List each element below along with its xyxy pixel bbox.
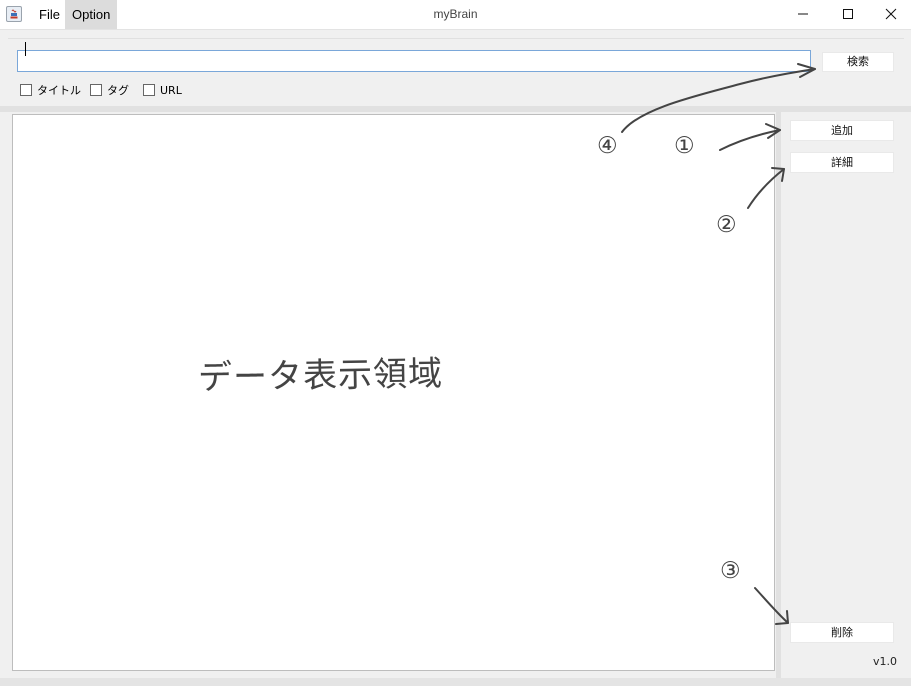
maximize-icon <box>843 9 853 19</box>
detail-button[interactable]: 詳細 <box>790 152 894 173</box>
vertical-split-divider[interactable] <box>776 112 781 678</box>
checkbox-url[interactable]: URL <box>143 83 182 99</box>
annotation-marker-3: ③ <box>720 558 741 584</box>
version-label: v1.0 <box>872 655 897 668</box>
display-area-annotation: データ表示領域 <box>197 353 444 399</box>
text-caret <box>25 42 26 56</box>
close-button[interactable] <box>869 0 911 29</box>
app-icon[interactable] <box>6 6 22 22</box>
checkbox-title-label: タイトル <box>37 84 81 97</box>
close-icon <box>885 8 897 20</box>
checkbox-box[interactable] <box>20 84 32 96</box>
annotation-marker-1: ① <box>674 133 695 159</box>
checkbox-url-label: URL <box>160 84 182 97</box>
horizontal-split-divider[interactable] <box>0 106 911 112</box>
checkbox-box[interactable] <box>143 84 155 96</box>
maximize-button[interactable] <box>826 0 870 29</box>
title-bar: File Option myBrain <box>0 0 911 30</box>
bottom-border <box>0 678 911 686</box>
checkbox-box[interactable] <box>90 84 102 96</box>
delete-button[interactable]: 削除 <box>790 622 894 643</box>
menu-file[interactable]: File <box>32 0 67 29</box>
checkbox-tag[interactable]: タグ <box>90 83 129 99</box>
add-button[interactable]: 追加 <box>790 120 894 141</box>
window-title: myBrain <box>433 7 478 21</box>
side-panel: 追加 詳細 削除 <box>782 112 903 675</box>
menu-option[interactable]: Option <box>65 0 118 29</box>
annotation-marker-4: ④ <box>597 133 618 159</box>
search-panel: 検索 タイトル タグ URL <box>8 38 904 106</box>
minimize-button[interactable] <box>781 0 825 29</box>
search-button[interactable]: 検索 <box>822 52 894 72</box>
checkbox-tag-label: タグ <box>107 84 129 97</box>
search-input[interactable] <box>17 50 811 72</box>
minimize-icon <box>798 13 808 15</box>
annotation-marker-2: ② <box>716 212 737 238</box>
checkbox-title[interactable]: タイトル <box>20 83 81 99</box>
